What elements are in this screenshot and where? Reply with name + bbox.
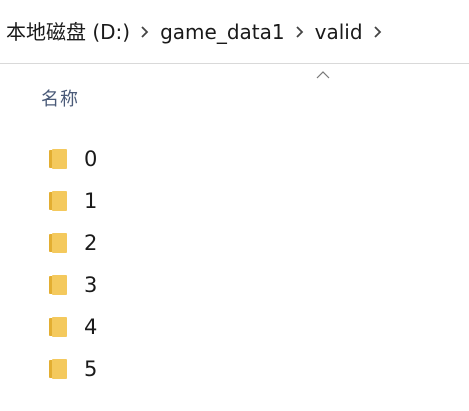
- file-name: 0: [84, 147, 98, 171]
- chevron-right-icon[interactable]: [130, 0, 160, 64]
- file-list: 0 1 2 3 4 5: [0, 138, 469, 390]
- file-name: 3: [84, 273, 98, 297]
- file-name: 1: [84, 189, 98, 213]
- chevron-right-icon[interactable]: [285, 0, 315, 64]
- breadcrumb-item-valid[interactable]: valid: [315, 0, 363, 64]
- list-item[interactable]: 1: [0, 180, 469, 222]
- list-item[interactable]: 2: [0, 222, 469, 264]
- chevron-right-icon[interactable]: [363, 0, 393, 64]
- file-name: 2: [84, 231, 98, 255]
- folder-icon: [49, 191, 67, 211]
- list-item[interactable]: 4: [0, 306, 469, 348]
- file-name: 5: [84, 357, 98, 381]
- breadcrumb-item-drive[interactable]: 本地磁盘 (D:): [6, 0, 130, 64]
- file-name: 4: [84, 315, 98, 339]
- breadcrumb-item-game-data1[interactable]: game_data1: [160, 0, 285, 64]
- list-item[interactable]: 0: [0, 138, 469, 180]
- column-header-name[interactable]: 名称: [41, 86, 79, 114]
- folder-icon: [49, 275, 67, 295]
- folder-icon: [49, 359, 67, 379]
- folder-icon: [49, 317, 67, 337]
- list-item[interactable]: 5: [0, 348, 469, 390]
- sort-ascending-icon: [316, 71, 330, 79]
- folder-icon: [49, 233, 67, 253]
- file-explorer-window: 本地磁盘 (D:) game_data1 valid 名称 0 1 2 3 4 …: [0, 0, 469, 411]
- list-item[interactable]: 3: [0, 264, 469, 306]
- breadcrumb: 本地磁盘 (D:) game_data1 valid: [0, 0, 469, 64]
- folder-icon: [49, 149, 67, 169]
